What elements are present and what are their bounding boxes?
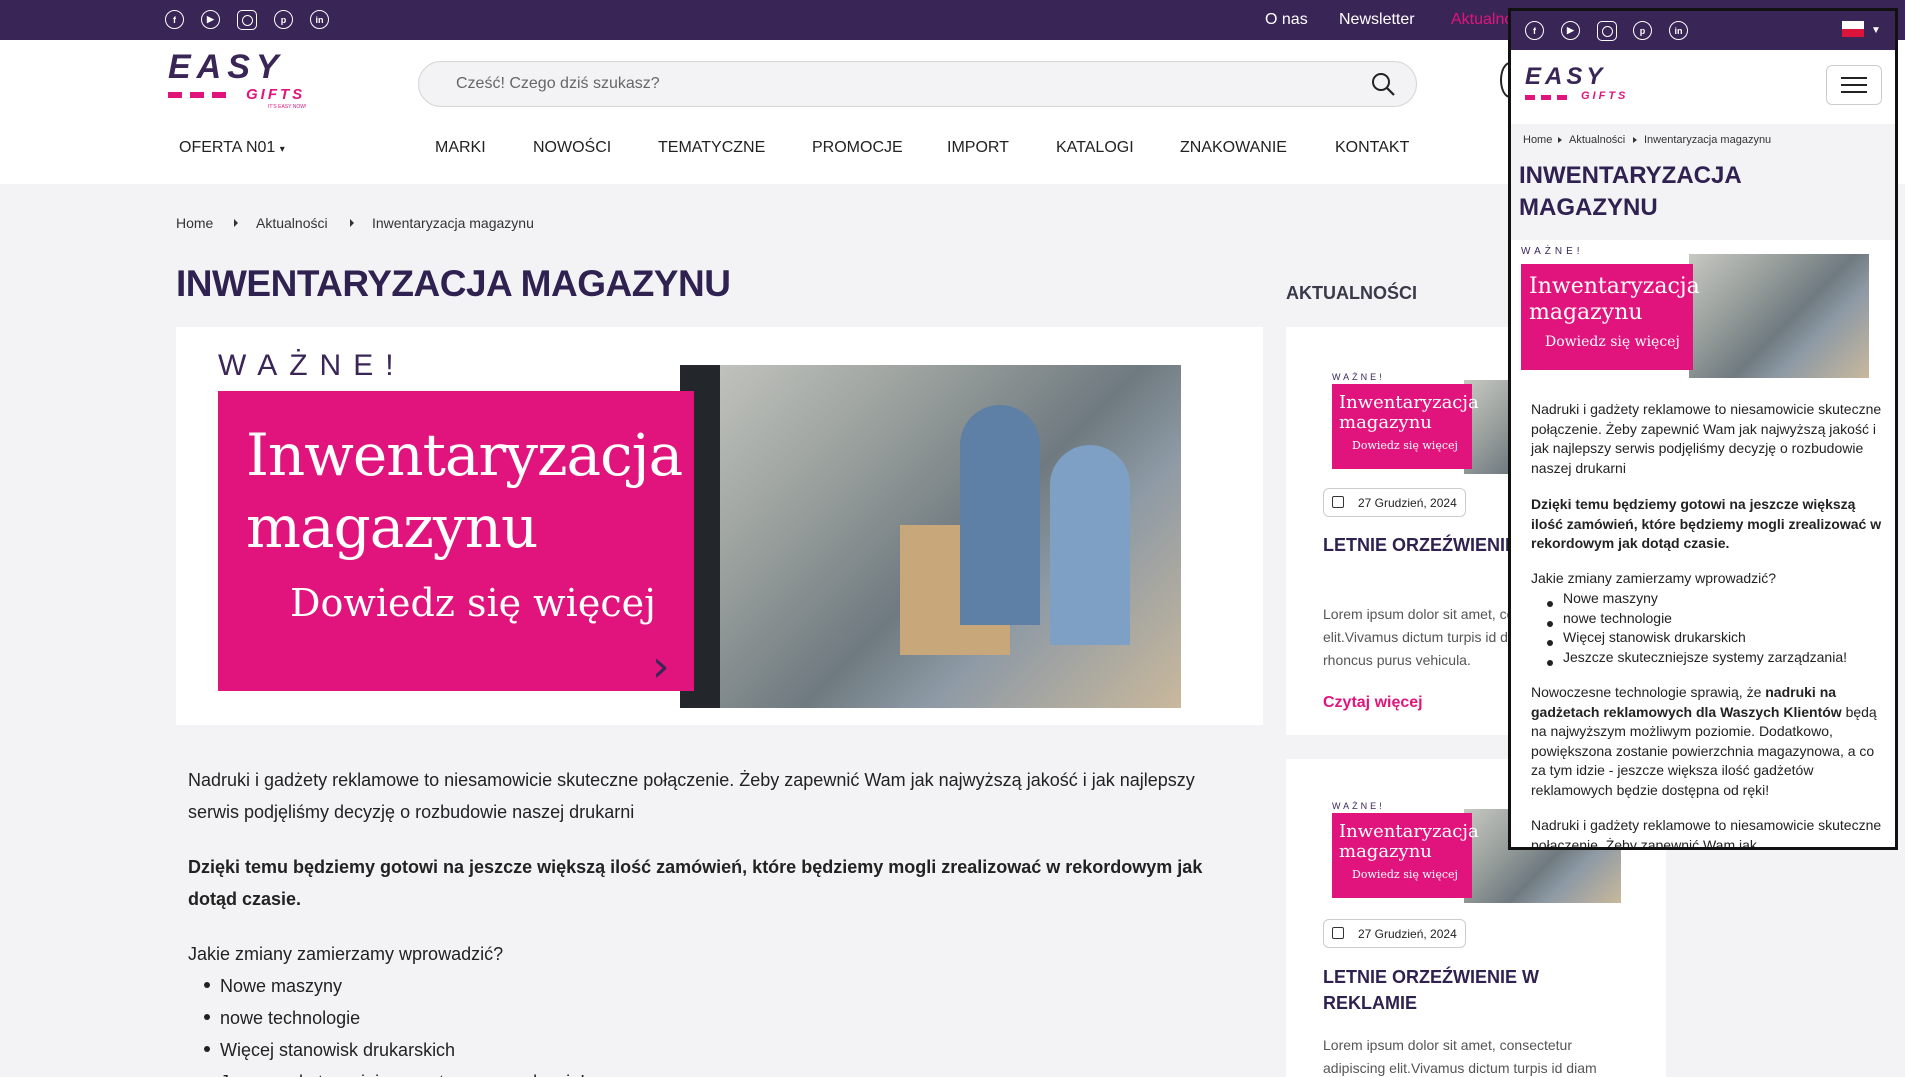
list-item: Więcej stanowisk drukarskich xyxy=(1531,628,1847,648)
facebook-icon[interactable]: f xyxy=(1525,21,1544,40)
list-item: Jeszcze skuteczniejsze systemy zarządzan… xyxy=(1531,648,1847,668)
site-logo[interactable]: EASY GIFTS IT'S EASY NOW! xyxy=(168,50,306,110)
linkedin-icon[interactable]: in xyxy=(310,10,329,29)
nav-item-promocje[interactable]: PROMOCJE xyxy=(812,139,903,157)
date-badge: 27 Grudzień, 2024 xyxy=(1323,919,1466,948)
top-link-about[interactable]: O nas xyxy=(1265,11,1308,29)
article-paragraph-3: Jakie zmiany zamierzamy wprowadzić? xyxy=(188,944,504,964)
article-paragraph-1: Nadruki i gadżety reklamowe to niesamowi… xyxy=(188,770,1195,822)
nav-item-tematyczne[interactable]: TEMATYCZNE xyxy=(658,139,765,157)
mobile-preview: f ▶ p in ▼ EASY GIFTS Home Aktualności I… xyxy=(1508,8,1898,850)
mobile-article-list: Nowe maszyny nowe technologie Więcej sta… xyxy=(1531,589,1847,667)
facebook-icon[interactable]: f xyxy=(165,10,184,29)
article-paragraph-2: Dzięki temu będziemy gotowi na jeszcze w… xyxy=(188,857,1203,909)
list-item: nowe technologie xyxy=(1531,609,1847,629)
chevron-right-icon[interactable]: › xyxy=(652,641,670,692)
pinterest-icon[interactable]: p xyxy=(1633,21,1652,40)
search-bar[interactable]: Cześć! Czego dziś szukasz? xyxy=(418,61,1417,107)
nav-item-marki[interactable]: MARKI xyxy=(435,139,486,157)
breadcrumb-separator-icon xyxy=(234,219,238,227)
warehouse-photo xyxy=(680,365,1181,708)
pinterest-icon[interactable]: p xyxy=(274,10,293,29)
instagram-icon[interactable] xyxy=(237,10,257,30)
page-title: INWENTARYZACJA MAGAZYNU xyxy=(176,263,731,304)
mobile-paragraph-3: Jakie zmiany zamierzamy wprowadzić? xyxy=(1531,570,1777,586)
instagram-icon[interactable] xyxy=(1597,21,1617,41)
youtube-icon[interactable]: ▶ xyxy=(1561,21,1580,40)
hamburger-icon[interactable] xyxy=(1826,65,1882,105)
nav-item-import[interactable]: IMPORT xyxy=(947,139,1009,157)
news-card-excerpt: Lorem ipsum dolor sit amet, consectetur … xyxy=(1323,1037,1597,1076)
nav-item-nowosci[interactable]: NOWOŚCI xyxy=(533,139,611,157)
mobile-paragraph-2: Dzięki temu będziemy gotowi na jeszcze w… xyxy=(1531,496,1882,551)
nav-item-kontakt[interactable]: KONTAKT xyxy=(1335,139,1409,157)
chevron-down-icon[interactable]: ▼ xyxy=(1871,25,1881,36)
breadcrumb-home[interactable]: Home xyxy=(176,215,213,231)
breadcrumb-news[interactable]: Aktualności xyxy=(256,215,328,231)
mobile-paragraph-1: Nadruki i gadżety reklamowe to niesamowi… xyxy=(1531,401,1882,476)
breadcrumb-current: Inwentaryzacja magazynu xyxy=(372,215,534,231)
top-link-newsletter[interactable]: Newsletter xyxy=(1339,11,1415,29)
calendar-icon xyxy=(1332,927,1344,939)
breadcrumb-separator-icon xyxy=(350,219,354,227)
nav-item-znakowanie[interactable]: ZNAKOWANIE xyxy=(1180,139,1287,157)
search-placeholder: Cześć! Czego dziś szukasz? xyxy=(456,75,660,92)
read-more-link[interactable]: Czytaj więcej xyxy=(1323,694,1423,712)
mobile-paragraph-4: Nowoczesne technologie sprawią, że nadru… xyxy=(1531,684,1877,798)
list-item: Nowe maszyny xyxy=(188,970,585,1002)
search-icon[interactable] xyxy=(1370,71,1396,97)
calendar-icon xyxy=(1332,496,1344,508)
list-item: Jeszcze skuteczniejsze systemy zarządzan… xyxy=(188,1066,585,1077)
logo-dash xyxy=(168,92,228,98)
mobile-top-bar: f ▶ p in ▼ xyxy=(1511,11,1895,50)
youtube-icon[interactable]: ▶ xyxy=(201,10,220,29)
list-item: Nowe maszyny xyxy=(1531,589,1847,609)
nav-offer-dropdown[interactable]: OFERTA N01 ▾ xyxy=(179,139,285,157)
list-item: nowe technologie xyxy=(188,1002,585,1034)
list-item: Więcej stanowisk drukarskich xyxy=(188,1034,585,1066)
breadcrumb-separator-icon xyxy=(1558,137,1562,143)
nav-item-katalogi[interactable]: KATALOGI xyxy=(1056,139,1134,157)
mobile-banner: WAŻNE! Inwentaryzacja magazynu Dowiedz s… xyxy=(1511,240,1895,381)
linkedin-icon[interactable]: in xyxy=(1669,21,1688,40)
date-badge: 27 Grudzień, 2024 xyxy=(1323,488,1466,517)
poland-flag-icon[interactable] xyxy=(1842,21,1864,37)
mobile-logo[interactable]: EASY GIFTS xyxy=(1525,65,1625,102)
mobile-page-title: INWENTARYZACJA MAGAZYNU xyxy=(1519,162,1742,221)
mobile-paragraph-5: Nadruki i gadżety reklamowe to niesamowi… xyxy=(1531,817,1882,850)
news-card-title[interactable]: LETNIE ORZEŹWIENIE W REKLAMIE xyxy=(1323,964,1583,1016)
banner-pink-box: Inwentaryzacja magazynu Dowiedz się więc… xyxy=(218,391,694,692)
article-list: Nowe maszyny nowe technologie Więcej sta… xyxy=(188,970,585,1077)
article-banner: WAŻNE! Inwentaryzacja magazynu Dowiedz s… xyxy=(176,327,1263,725)
sidebar-heading: AKTUALNOŚCI xyxy=(1286,283,1417,303)
breadcrumb-separator-icon xyxy=(1633,137,1637,143)
